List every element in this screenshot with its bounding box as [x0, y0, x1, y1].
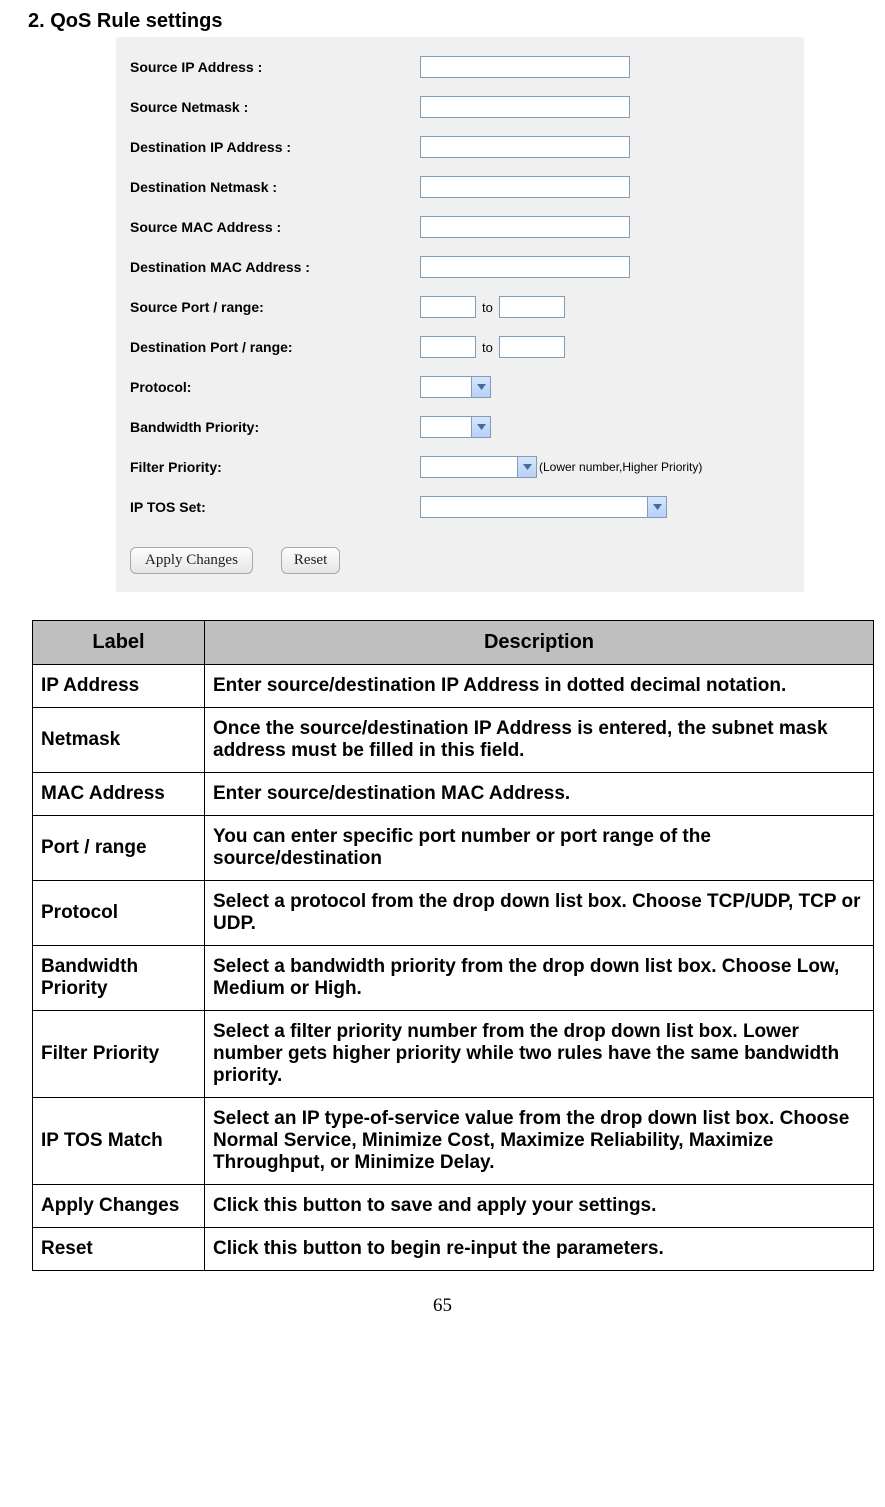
protocol-select[interactable] — [420, 376, 491, 398]
row-desc: Select a bandwidth priority from the dro… — [205, 946, 874, 1011]
table-row: ResetClick this button to begin re-input… — [33, 1228, 874, 1271]
row-desc: You can enter specific port number or po… — [205, 816, 874, 881]
filter-priority-value — [421, 457, 517, 477]
row-label: IP TOS Match — [33, 1098, 205, 1185]
row-desc: Select a filter priority number from the… — [205, 1011, 874, 1098]
row-label: Netmask — [33, 708, 205, 773]
row-label: MAC Address — [33, 773, 205, 816]
dest-port-from-field[interactable] — [420, 336, 476, 358]
source-port-to-field[interactable] — [499, 296, 565, 318]
row-desc: Select an IP type-of-service value from … — [205, 1098, 874, 1185]
table-row: NetmaskOnce the source/destination IP Ad… — [33, 708, 874, 773]
reset-button[interactable]: Reset — [281, 547, 340, 574]
table-row: MAC AddressEnter source/destination MAC … — [33, 773, 874, 816]
table-row: Port / rangeYou can enter specific port … — [33, 816, 874, 881]
source-mac-field[interactable] — [420, 216, 630, 238]
ip-tos-select[interactable] — [420, 496, 667, 518]
row-label: Bandwidth Priority — [33, 946, 205, 1011]
row-desc: Click this button to save and apply your… — [205, 1185, 874, 1228]
dest-ip-field[interactable] — [420, 136, 630, 158]
qos-form-panel: Source IP Address : Source Netmask : Des… — [116, 37, 804, 592]
row-label: Protocol — [33, 881, 205, 946]
bandwidth-priority-select[interactable] — [420, 416, 491, 438]
dest-netmask-label: Destination Netmask : — [130, 179, 420, 195]
table-row: ProtocolSelect a protocol from the drop … — [33, 881, 874, 946]
chevron-down-icon — [517, 457, 536, 477]
protocol-label: Protocol: — [130, 379, 420, 395]
row-label: Reset — [33, 1228, 205, 1271]
ip-tos-label: IP TOS Set: — [130, 499, 420, 515]
source-port-to-label: to — [476, 300, 499, 315]
source-port-from-field[interactable] — [420, 296, 476, 318]
table-row: IP TOS MatchSelect an IP type-of-service… — [33, 1098, 874, 1185]
chevron-down-icon — [647, 497, 666, 517]
row-desc: Once the source/destination IP Address i… — [205, 708, 874, 773]
page-number: 65 — [20, 1295, 865, 1317]
source-port-label: Source Port / range: — [130, 299, 420, 315]
chevron-down-icon — [471, 417, 490, 437]
dest-mac-label: Destination MAC Address : — [130, 259, 420, 275]
dest-netmask-field[interactable] — [420, 176, 630, 198]
row-desc: Enter source/destination MAC Address. — [205, 773, 874, 816]
chevron-down-icon — [471, 377, 490, 397]
filter-priority-select[interactable] — [420, 456, 537, 478]
source-ip-field[interactable] — [420, 56, 630, 78]
source-netmask-field[interactable] — [420, 96, 630, 118]
apply-changes-button[interactable]: Apply Changes — [130, 547, 253, 574]
table-row: IP AddressEnter source/destination IP Ad… — [33, 665, 874, 708]
protocol-value — [421, 377, 471, 397]
table-header-label: Label — [33, 621, 205, 665]
row-label: IP Address — [33, 665, 205, 708]
dest-port-to-label: to — [476, 340, 499, 355]
table-row: Bandwidth PrioritySelect a bandwidth pri… — [33, 946, 874, 1011]
dest-ip-label: Destination IP Address : — [130, 139, 420, 155]
section-heading: 2. QoS Rule settings — [28, 10, 865, 33]
dest-port-to-field[interactable] — [499, 336, 565, 358]
source-ip-label: Source IP Address : — [130, 59, 420, 75]
table-header-description: Description — [205, 621, 874, 665]
table-row: Filter PrioritySelect a filter priority … — [33, 1011, 874, 1098]
filter-priority-label: Filter Priority: — [130, 459, 420, 475]
bandwidth-priority-value — [421, 417, 471, 437]
filter-priority-hint: (Lower number,Higher Priority) — [539, 460, 702, 474]
row-desc: Enter source/destination IP Address in d… — [205, 665, 874, 708]
bandwidth-priority-label: Bandwidth Priority: — [130, 419, 420, 435]
dest-mac-field[interactable] — [420, 256, 630, 278]
source-mac-label: Source MAC Address : — [130, 219, 420, 235]
table-row: Apply ChangesClick this button to save a… — [33, 1185, 874, 1228]
description-table: Label Description IP AddressEnter source… — [32, 620, 874, 1271]
row-desc: Click this button to begin re-input the … — [205, 1228, 874, 1271]
row-label: Filter Priority — [33, 1011, 205, 1098]
dest-port-label: Destination Port / range: — [130, 339, 420, 355]
row-label: Port / range — [33, 816, 205, 881]
source-netmask-label: Source Netmask : — [130, 99, 420, 115]
row-label: Apply Changes — [33, 1185, 205, 1228]
row-desc: Select a protocol from the drop down lis… — [205, 881, 874, 946]
ip-tos-value — [421, 497, 647, 517]
